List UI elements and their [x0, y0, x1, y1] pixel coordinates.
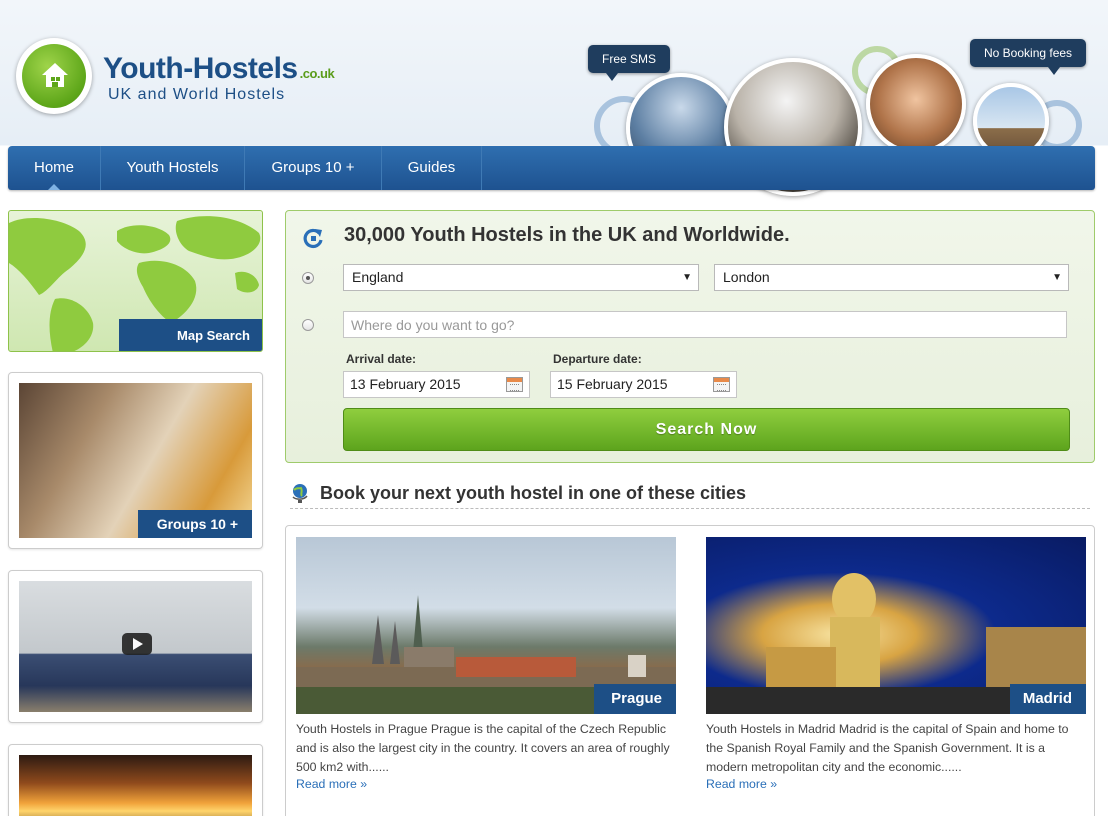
play-icon[interactable] — [122, 633, 152, 655]
map-search-box[interactable]: Map Search — [8, 210, 263, 352]
brand-name-text: Youth-Hostels — [103, 52, 298, 85]
divider — [290, 508, 1090, 509]
search-now-button[interactable]: Search Now — [343, 408, 1070, 451]
radio-destination[interactable] — [302, 319, 314, 331]
video-thumbnail — [19, 581, 252, 712]
radio-country-city[interactable] — [302, 272, 314, 284]
groups-card[interactable]: Groups 10 + — [8, 372, 263, 549]
nav-groups[interactable]: Groups 10 + — [245, 146, 382, 190]
madrid-description: Youth Hostels in Madrid Madrid is the ca… — [706, 722, 1069, 774]
map-search-label[interactable]: Map Search — [119, 319, 262, 351]
free-sms-badge: Free SMS — [588, 45, 671, 81]
arrival-date-label: Arrival date: — [346, 352, 417, 366]
destination-input[interactable] — [343, 311, 1067, 338]
site-header: Youth-Hostels .co.uk UK and World Hostels… — [0, 0, 1108, 196]
video-card[interactable] — [8, 570, 263, 723]
cities-heading: Book your next youth hostel in one of th… — [320, 483, 747, 503]
arrival-date-value: 13 February 2015 — [350, 376, 461, 392]
prague-label[interactable]: Prague — [594, 684, 676, 714]
cities-box: Prague Madrid Youth Hostels in Prague Pr… — [285, 525, 1095, 816]
groups-photo: Groups 10 + — [19, 383, 252, 538]
country-select[interactable]: England ▼ — [343, 264, 699, 291]
logo-icon[interactable] — [16, 38, 92, 114]
main-nav: Home Youth Hostels Groups 10 + Guides — [8, 146, 1095, 190]
brand-name[interactable]: Youth-Hostels .co.uk — [103, 52, 335, 86]
header-photo-couple — [866, 54, 966, 154]
calendar-icon[interactable] — [713, 377, 730, 392]
nav-youth-hostels[interactable]: Youth Hostels — [101, 146, 245, 190]
beach-photo — [19, 755, 252, 816]
brand-tld: .co.uk — [299, 66, 335, 81]
chevron-down-icon: ▼ — [1052, 272, 1062, 283]
city-select[interactable]: London ▼ — [714, 264, 1069, 291]
groups-label[interactable]: Groups 10 + — [138, 510, 252, 538]
search-title: 30,000 Youth Hostels in the UK and World… — [344, 224, 790, 246]
refresh-icon — [303, 228, 323, 249]
madrid-photo[interactable]: Madrid — [706, 537, 1086, 714]
nav-guides[interactable]: Guides — [382, 146, 482, 190]
madrid-read-more-link[interactable]: Read more » — [706, 777, 777, 791]
arrival-date-input[interactable]: 13 February 2015 — [343, 371, 530, 398]
departure-date-label: Departure date: — [553, 352, 642, 366]
globe-icon — [292, 484, 308, 503]
prague-photo[interactable]: Prague — [296, 537, 676, 714]
no-booking-fees-badge: No Booking fees — [970, 39, 1087, 75]
madrid-label[interactable]: Madrid — [1010, 684, 1086, 714]
chevron-down-icon: ▼ — [682, 272, 692, 283]
beach-card[interactable] — [8, 744, 263, 816]
country-value: England — [352, 269, 404, 285]
departure-date-value: 15 February 2015 — [557, 376, 668, 392]
house-icon — [42, 63, 68, 87]
prague-read-more-link[interactable]: Read more » — [296, 777, 367, 791]
brand-tagline: UK and World Hostels — [108, 86, 286, 103]
calendar-icon[interactable] — [506, 377, 523, 392]
nav-home[interactable]: Home — [8, 146, 101, 190]
departure-date-input[interactable]: 15 February 2015 — [550, 371, 737, 398]
search-panel: 30,000 Youth Hostels in the UK and World… — [285, 210, 1095, 463]
prague-description: Youth Hostels in Prague Prague is the ca… — [296, 722, 670, 774]
city-value: London — [723, 269, 770, 285]
